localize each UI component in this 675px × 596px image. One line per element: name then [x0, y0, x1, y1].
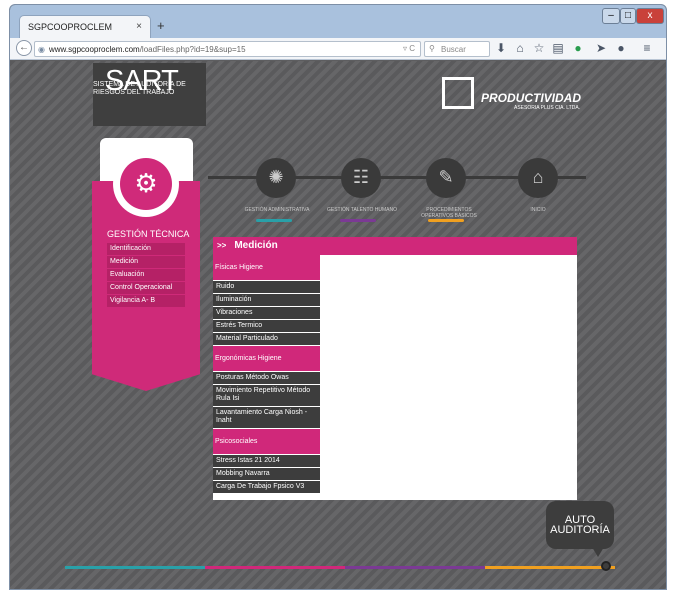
- clipboard-icon[interactable]: ✎: [426, 158, 466, 198]
- sart-subtitle: SISTEMA DE AUDITORÍA DE RIESGOS DEL TRAB…: [93, 81, 186, 96]
- home-icon[interactable]: ⌂: [513, 41, 527, 55]
- submenu-item[interactable]: Estrés Termico: [213, 320, 320, 332]
- search-input[interactable]: ⚲ Buscar: [424, 41, 490, 57]
- title-bar: SGPCOOPROCLEM × + – □ x: [10, 5, 666, 39]
- group-psicosociales: Psicosociales: [213, 429, 320, 454]
- group-ergonomicas: Ergonómicas Higiene: [213, 346, 320, 371]
- sidebar-item-control[interactable]: Control Operacional: [107, 282, 185, 294]
- gears-badge: ⚙: [113, 151, 179, 217]
- nav-item-inicio[interactable]: INICIO: [503, 207, 573, 213]
- submenu-item[interactable]: Movimiento Repetitivo Método Rula Isi: [213, 385, 320, 406]
- search-icon: ⚲: [429, 44, 435, 53]
- extension-icon[interactable]: ●: [571, 41, 585, 55]
- nav-item-gestion-administrativa[interactable]: GESTIÓN ADMINISTRATIVA: [242, 207, 312, 213]
- sidebar-item-evaluacion[interactable]: Evaluación: [107, 269, 185, 281]
- submenu-item[interactable]: Ruido: [213, 281, 320, 293]
- sidebar-item-medicion[interactable]: Medición: [107, 256, 185, 268]
- content-panel: >> Medición Físicas Higiene Ruido Ilumina…: [213, 237, 577, 500]
- sart-logo: SART SISTEMA DE AUDITORÍA DE RIESGOS DEL…: [93, 63, 206, 126]
- search-placeholder: Buscar: [441, 45, 466, 54]
- footer-bar-teal: [65, 566, 205, 569]
- accent-bar: [428, 219, 464, 222]
- footer-bar-purple: [345, 566, 485, 569]
- tab-close-icon[interactable]: ×: [136, 21, 142, 32]
- accent-bar: [256, 219, 292, 222]
- auto-line2: AUDITORÍA: [550, 524, 610, 536]
- url-path: /loadFiles.php?id=19&sup=15: [139, 45, 246, 54]
- gears-icon: ⚙: [120, 158, 172, 210]
- nav-item-talento-humano[interactable]: GESTIÓN TALENTO HUMANO: [327, 207, 397, 213]
- chat-icon[interactable]: ●: [614, 41, 628, 55]
- submenu-item[interactable]: Stress Istas 21 2014: [213, 455, 320, 467]
- submenu-item[interactable]: Mobbing Navarra: [213, 468, 320, 480]
- reload-icon[interactable]: ▿ C: [403, 44, 415, 53]
- accent-bar: [340, 219, 376, 222]
- productividad-mark-icon: [442, 77, 474, 109]
- menu-icon[interactable]: ≡: [640, 41, 654, 55]
- speech-tail: [592, 547, 604, 557]
- browser-tab[interactable]: SGPCOOPROCLEM ×: [19, 15, 151, 39]
- clipboard-icon[interactable]: ▤: [551, 41, 565, 55]
- sidebar-menu: Identificación Medición Evaluación Contr…: [107, 243, 185, 308]
- submenu-item[interactable]: Iluminación: [213, 294, 320, 306]
- submenu-item[interactable]: Carga De Trabajo Fpsico V3: [213, 481, 320, 493]
- submenu-item[interactable]: Lavantamiento Carga Niosh - Inaht: [213, 407, 320, 428]
- minimize-button[interactable]: –: [602, 8, 620, 24]
- people-icon[interactable]: ☷: [341, 158, 381, 198]
- submenu-item[interactable]: Posturas Método Owas: [213, 372, 320, 384]
- back-icon[interactable]: ←: [16, 40, 32, 56]
- group-fisicas: Físicas Higiene: [213, 255, 320, 280]
- globe-icon: ◉: [38, 45, 45, 54]
- productividad-name: PRODUCTIVIDAD: [481, 91, 582, 105]
- url-host: www.sgpcooproclem.com: [49, 45, 140, 54]
- page-body: SART SISTEMA DE AUDITORÍA DE RIESGOS DEL…: [10, 61, 666, 589]
- new-tab-icon[interactable]: +: [157, 18, 165, 33]
- footer-dot: [601, 561, 611, 571]
- panel-header: >> Medición: [213, 237, 577, 255]
- panel-title: Medición: [234, 240, 278, 251]
- submenu: Físicas Higiene Ruido Iluminación Vibrac…: [213, 255, 320, 494]
- bookmark-star-icon[interactable]: ☆: [532, 41, 546, 55]
- browser-window: SGPCOOPROCLEM × + – □ x ← ◉ www.sgpcoopr…: [9, 4, 667, 590]
- send-icon[interactable]: ➤: [594, 41, 608, 55]
- maximize-button[interactable]: □: [620, 8, 636, 24]
- nav-item-procedimientos[interactable]: PROCEDIMIENTOS OPERATIVOS BÁSICOS: [414, 207, 484, 219]
- submenu-item[interactable]: Material Particulado: [213, 333, 320, 345]
- auto-auditoria-button[interactable]: AUTO AUDITORÍA: [546, 501, 614, 557]
- panel-marker: >>: [217, 241, 227, 250]
- close-window-button[interactable]: x: [636, 8, 664, 24]
- home-icon[interactable]: ⌂: [518, 158, 558, 198]
- tab-title: SGPCOOPROCLEM: [28, 22, 113, 32]
- footer-bar-orange: [485, 566, 615, 569]
- url-bar[interactable]: ◉ www.sgpcooproclem.com/loadFiles.php?id…: [34, 41, 421, 57]
- productividad-tagline: ASESORIA PLUS CIA. LTDA.: [514, 105, 581, 111]
- lightbulb-icon[interactable]: ✺: [256, 158, 296, 198]
- submenu-item[interactable]: Vibraciones: [213, 307, 320, 319]
- navigation-bar: ← ◉ www.sgpcooproclem.com/loadFiles.php?…: [10, 38, 666, 60]
- download-icon[interactable]: ⬇: [494, 41, 508, 55]
- footer-bar-magenta: [205, 566, 345, 569]
- sidebar-item-vigilancia[interactable]: Vigilancia A- B: [107, 295, 185, 307]
- sidebar-heading: GESTIÓN TÉCNICA: [107, 229, 190, 239]
- sidebar-item-identificacion[interactable]: Identificación: [107, 243, 185, 255]
- productividad-logo: PRODUCTIVIDAD ASESORIA PLUS CIA. LTDA.: [442, 77, 632, 117]
